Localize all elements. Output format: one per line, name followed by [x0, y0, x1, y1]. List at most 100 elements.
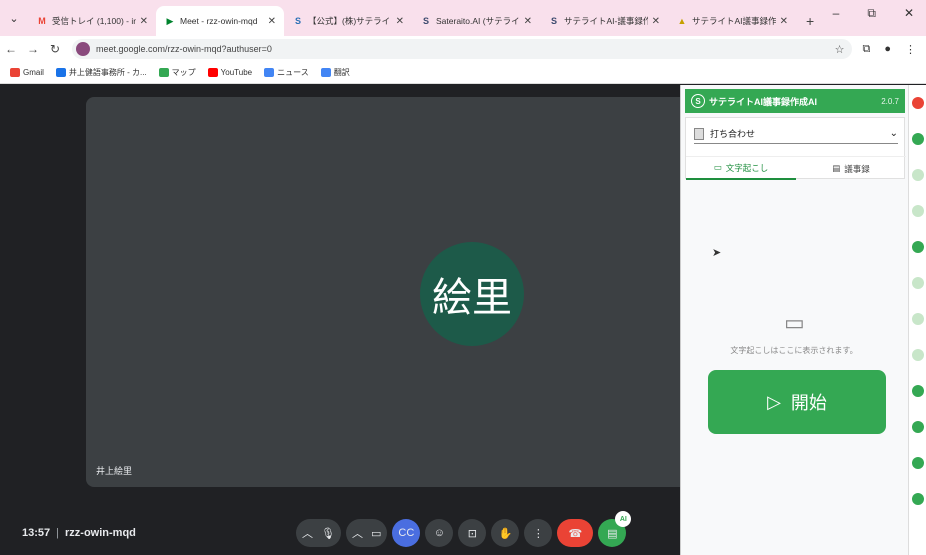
bookmark-item[interactable]: 井上健語事務所 - カ... — [55, 67, 147, 78]
back-button[interactable]: ← — [0, 42, 22, 56]
mouse-cursor-icon: ➤ — [712, 247, 722, 259]
app-icon[interactable] — [911, 277, 924, 289]
participant-name: 井上絵里 — [96, 466, 133, 476]
extensions-icon[interactable]: ⧉ — [862, 43, 870, 56]
close-icon[interactable] — [911, 241, 924, 253]
present-screen-icon: ⊡ — [467, 527, 477, 540]
panel-header: S サテライトAI議事録作成AI 2.0.7 — [685, 89, 905, 113]
bookmark-item[interactable]: Gmail — [10, 68, 44, 77]
camera-control[interactable]: ︿ ▭ — [345, 519, 388, 547]
app-icon[interactable] — [911, 205, 924, 217]
panel-title: サテライトAI議事録作成AI — [709, 96, 818, 107]
close-tab-icon[interactable]: ✕ — [780, 16, 788, 27]
ai-badge: AI — [615, 511, 632, 527]
app-icon[interactable] — [911, 313, 924, 325]
app-icon[interactable] — [911, 421, 924, 433]
chevron-up-icon[interactable]: ︿ — [352, 525, 363, 541]
present-button[interactable]: ⊡ — [458, 519, 487, 547]
sateraito-icon: S — [294, 16, 301, 26]
meeting-time: 13:57 — [22, 527, 51, 539]
tab-search-button[interactable]: ⌄ — [0, 4, 28, 32]
expand-icon[interactable] — [911, 385, 924, 397]
leave-call-button[interactable]: ☎ — [557, 519, 594, 547]
browser-tab[interactable]: S 【公式】(株)サテライトオフィ ✕ — [284, 6, 412, 36]
more-options-button[interactable]: ⋮ — [524, 519, 553, 547]
window-controls: – ⧉ ✕ — [833, 6, 926, 21]
bookmark-favicon-icon — [158, 68, 169, 77]
app-icon[interactable] — [911, 169, 924, 181]
profile-icon[interactable]: ● — [884, 43, 891, 56]
app-icon[interactable] — [911, 457, 924, 469]
play-icon: ▷ — [767, 391, 781, 412]
site-info-icon[interactable] — [76, 42, 90, 56]
reload-icon: ↻ — [49, 42, 61, 56]
plus-icon: + — [806, 13, 815, 29]
camera-icon[interactable]: ▭ — [371, 527, 381, 540]
address-bar[interactable]: meet.google.com/rzz-owin-mqd?authuser=0 … — [72, 39, 853, 59]
tab-transcription[interactable]: ▭ 文字起こし — [686, 157, 796, 180]
forward-button[interactable]: → — [22, 42, 44, 56]
menu-icon[interactable]: ⋮ — [905, 43, 916, 56]
close-tab-icon[interactable]: ✕ — [140, 16, 148, 27]
sateraito-logo-icon: S — [691, 94, 705, 108]
tab-minutes[interactable]: ▤ 議事録 — [796, 157, 906, 180]
bookmark-favicon-icon — [55, 68, 66, 77]
tab-title: サテライトAI-議事録作成 — [564, 16, 648, 26]
minimize-button[interactable]: – — [833, 6, 840, 21]
bookmark-item[interactable]: 翻訳 — [320, 67, 350, 78]
meet-icon[interactable] — [911, 133, 924, 145]
meet-icon: ▶ — [166, 15, 174, 26]
bookmark-star-icon[interactable]: ☆ — [835, 43, 845, 56]
bookmark-favicon-icon — [264, 68, 275, 77]
close-tab-icon[interactable]: ✕ — [524, 16, 532, 27]
emoji-icon: ☺ — [433, 527, 445, 539]
close-tab-icon[interactable]: ✕ — [652, 16, 660, 27]
browser-tab[interactable]: ▲ サテライトAI議事録作成 ✕ — [668, 6, 796, 36]
mic-control[interactable]: ︿ 🎙 — [296, 519, 341, 547]
captions-icon: CC — [398, 527, 415, 539]
add-icon[interactable] — [911, 97, 924, 109]
tab-transcription-label: 文字起こし — [725, 162, 769, 173]
browser-tab[interactable]: ▶ Meet - rzz-owin-mqd ✕ — [156, 6, 284, 36]
raise-hand-button[interactable]: ✋ — [491, 519, 520, 547]
browser-toolbar: ← → ↻ meet.google.com/rzz-owin-mqd?authu… — [0, 36, 926, 62]
app-icon[interactable] — [911, 349, 924, 361]
template-select[interactable]: 打ち合わせ ⌄ — [694, 124, 898, 144]
meet-stage: 絵里 井上絵里 13:57 | rzz-owin-mqd ︿ 🎙 ︿ ▭ CC ☺ ⊡ … — [0, 85, 680, 555]
start-label: 開始 — [790, 393, 827, 413]
bookmark-item[interactable]: マップ — [158, 67, 196, 78]
panel-version: 2.0.7 — [881, 96, 899, 106]
new-tab-button[interactable]: + — [796, 13, 824, 36]
template-value: 打ち合わせ — [710, 129, 756, 139]
browser-tab[interactable]: M 受信トレイ (1,100) - inou ✕ — [28, 6, 156, 36]
meet-controls: ︿ 🎙 ︿ ▭ CC ☺ ⊡ ✋ ⋮ ☎ ▤ AI — [296, 511, 632, 548]
bookmark-label: ニュース — [277, 68, 309, 77]
browser-tab[interactable]: S Sateraito.AI (サテライト ✕ — [412, 6, 540, 36]
microphone-icon[interactable]: 🎙 — [321, 527, 335, 540]
restore-button[interactable]: ⧉ — [867, 6, 876, 21]
participant-tile: 絵里 井上絵里 — [86, 97, 680, 487]
side-rail — [908, 85, 926, 555]
chevron-up-icon[interactable]: ︿ — [302, 525, 313, 541]
bookmark-favicon-icon — [10, 68, 20, 77]
notes-icon: ▤ — [832, 163, 841, 173]
bookmark-item[interactable]: ニュース — [264, 67, 309, 78]
meeting-info: 13:57 | rzz-owin-mqd — [22, 527, 136, 539]
settings-icon[interactable] — [911, 493, 924, 505]
close-tab-icon[interactable]: ✕ — [268, 16, 276, 27]
captions-button[interactable]: CC — [392, 519, 421, 547]
emoji-button[interactable]: ☺ — [425, 519, 454, 547]
bookmark-label: YouTube — [220, 68, 253, 77]
start-button[interactable]: ▷ 開始 — [708, 370, 886, 434]
bookmark-label: 井上健語事務所 - カ... — [68, 68, 147, 77]
close-window-button[interactable]: ✕ — [904, 6, 914, 21]
gmail-icon: M — [38, 16, 46, 26]
bookmark-item[interactable]: YouTube — [207, 68, 253, 77]
chevron-down-icon[interactable]: ⌄ — [890, 128, 898, 139]
sateraito-icon: S — [550, 16, 557, 26]
meeting-code: rzz-owin-mqd — [65, 527, 136, 539]
close-tab-icon[interactable]: ✕ — [396, 16, 404, 27]
browser-tab[interactable]: S サテライトAI-議事録作成 ✕ — [540, 6, 668, 36]
ai-minutes-button[interactable]: ▤ AI — [598, 511, 632, 547]
reload-button[interactable]: ↻ — [44, 42, 66, 56]
